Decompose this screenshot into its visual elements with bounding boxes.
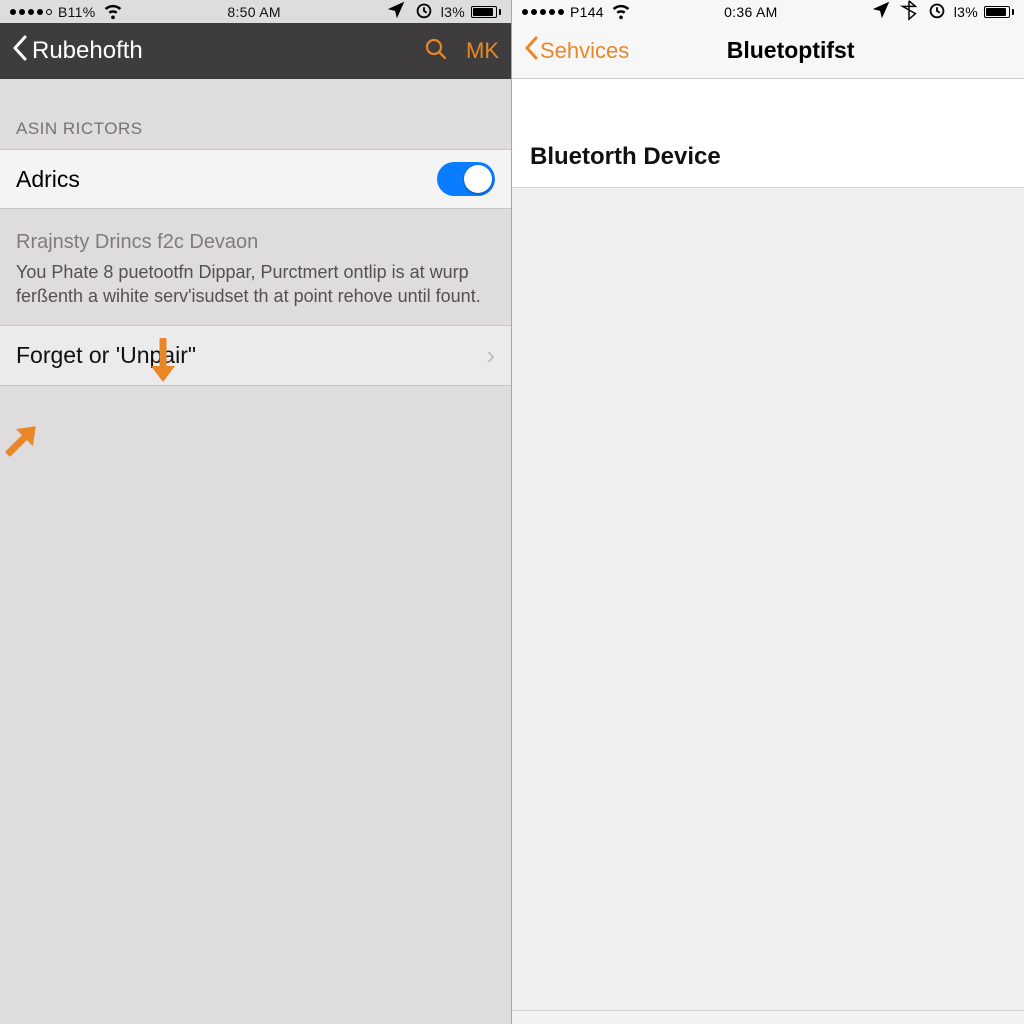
bluetooth-icon xyxy=(898,0,920,24)
adrics-row[interactable]: Adrics xyxy=(0,149,511,209)
right-pane: P144 0:36 AM l3% Sehvices xyxy=(512,0,1024,1024)
location-icon xyxy=(385,0,407,24)
info-text: You Phate 8 puetootfn Dippar, Purctmert … xyxy=(0,260,511,325)
info-title: Rrajnsty Drincs f2c Devaon xyxy=(0,209,511,260)
mk-button[interactable]: MK xyxy=(466,38,499,64)
signal-dots xyxy=(10,9,52,15)
clock-label: 0:36 AM xyxy=(724,4,777,20)
left-pane: B11% 8:50 AM l3% Rubehofth xyxy=(0,0,512,1024)
wifi-icon xyxy=(102,0,124,24)
battery-icon xyxy=(984,6,1014,18)
chevron-left-icon xyxy=(12,35,28,68)
page-title: Bluetoptifst xyxy=(569,37,1012,64)
annotation-arrow-diagonal xyxy=(0,411,51,466)
chevron-right-icon: › xyxy=(486,340,495,371)
carrier-label: B11% xyxy=(58,4,96,20)
signal-dots xyxy=(522,9,564,15)
forget-label: Forget or 'Unpair" xyxy=(16,342,486,369)
nav-bar-left: Rubehofth MK xyxy=(0,23,511,79)
forget-row[interactable]: Forget or 'Unpair" › xyxy=(0,325,511,386)
adrics-label: Adrics xyxy=(16,166,437,193)
battery-icon xyxy=(471,6,501,18)
clock-label: 8:50 AM xyxy=(227,4,280,20)
section-header: ASIN RICTORS xyxy=(0,79,511,149)
battery-percent: l3% xyxy=(954,4,978,20)
device-header: Bluetorth Device xyxy=(512,119,1024,188)
alarm-icon xyxy=(926,0,948,24)
bottom-bar xyxy=(512,1010,1024,1024)
location-icon xyxy=(870,0,892,24)
back-button[interactable]: Rubehofth xyxy=(12,35,143,68)
search-icon[interactable] xyxy=(422,37,450,66)
chevron-left-icon xyxy=(524,36,538,66)
adrics-toggle[interactable] xyxy=(437,162,495,196)
status-bar-right: P144 0:36 AM l3% xyxy=(512,0,1024,23)
alarm-icon xyxy=(413,0,435,24)
carrier-label: P144 xyxy=(570,4,604,20)
wifi-icon xyxy=(610,0,632,24)
status-bar-left: B11% 8:50 AM l3% xyxy=(0,0,511,23)
back-label: Rubehofth xyxy=(32,37,143,65)
battery-percent: l3% xyxy=(441,4,465,20)
nav-bar-right: Sehvices Bluetoptifst xyxy=(512,23,1024,79)
